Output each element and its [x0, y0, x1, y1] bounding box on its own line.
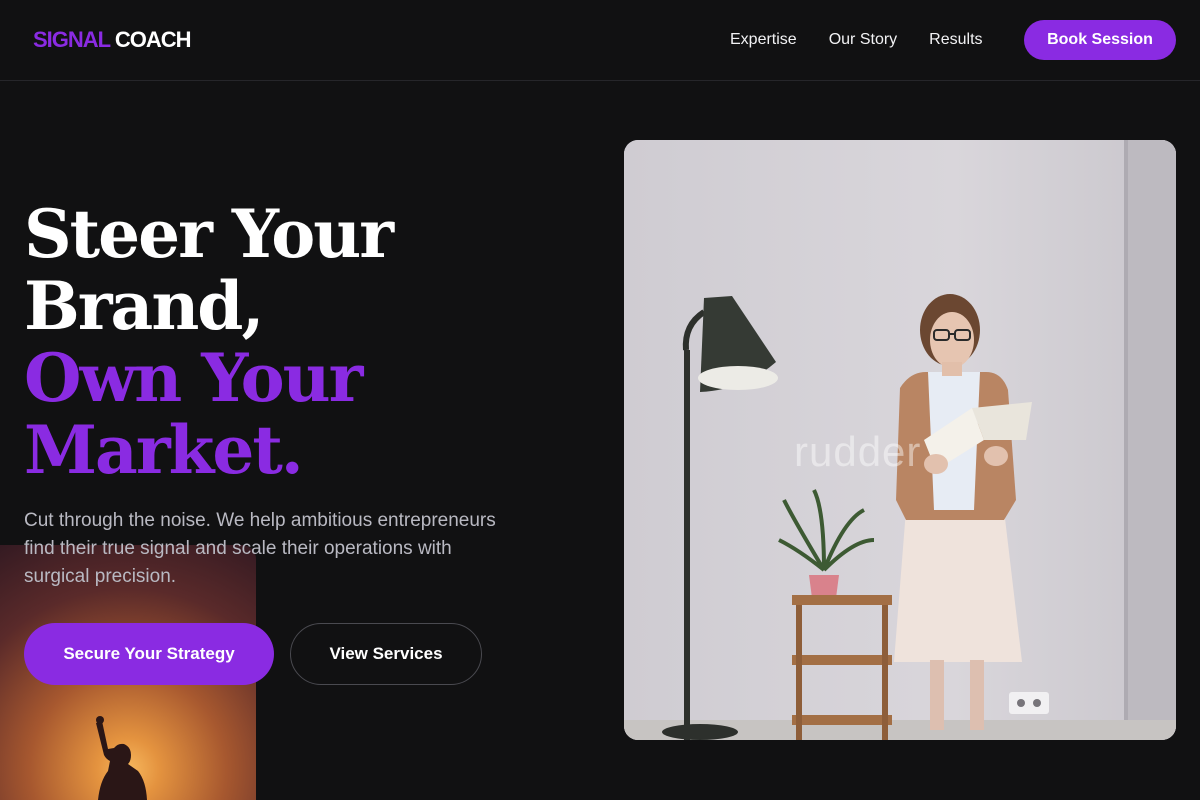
- hero-subtext: Cut through the noise. We help ambitious…: [24, 510, 496, 587]
- site-header: SIGNAL COACH Expertise Our Story Results…: [0, 0, 1200, 81]
- nav-link-expertise[interactable]: Expertise: [730, 30, 797, 50]
- secure-strategy-button[interactable]: Secure Your Strategy: [24, 623, 274, 685]
- headline-line-3: Own Your: [24, 339, 363, 417]
- view-services-button[interactable]: View Services: [290, 623, 482, 685]
- nav-link-results[interactable]: Results: [929, 30, 982, 50]
- headline-line-4: Market.: [24, 411, 304, 489]
- photo-watermark: rudder: [794, 428, 922, 475]
- headline-line-1: Steer Your: [24, 195, 394, 273]
- brand-logo[interactable]: SIGNAL COACH: [33, 27, 192, 53]
- logo-plain-text: COACH: [114, 27, 192, 52]
- nav-link-our-story[interactable]: Our Story: [829, 30, 897, 50]
- logo-accent-text: SIGNAL: [33, 27, 111, 52]
- book-session-button[interactable]: Book Session: [1024, 20, 1176, 60]
- main-nav: Expertise Our Story Results: [730, 30, 983, 50]
- hero-headline: Steer Your Brand, Own Your Market.: [24, 195, 394, 489]
- headline-line-2: Brand,: [24, 267, 264, 345]
- coach-portrait-image: rudder: [624, 140, 1176, 740]
